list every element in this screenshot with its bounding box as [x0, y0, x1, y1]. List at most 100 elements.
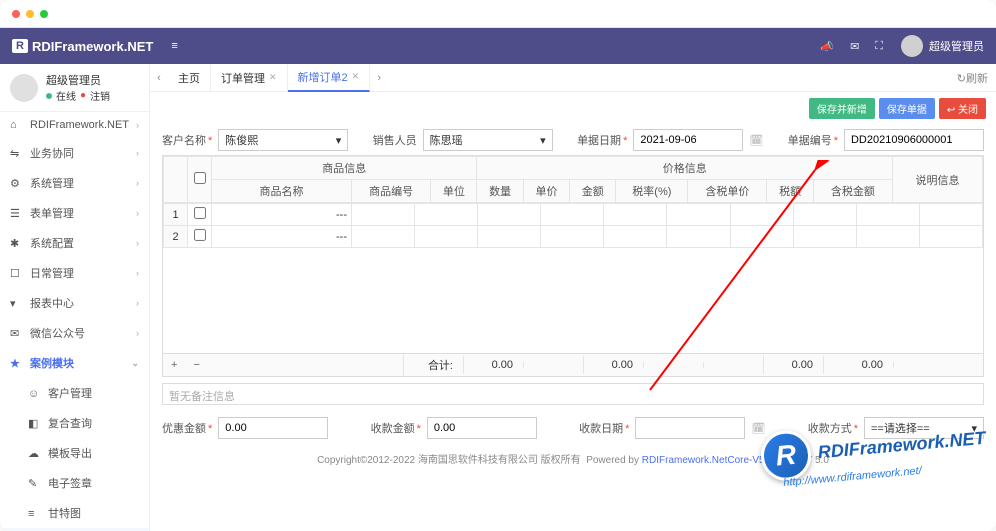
max-dot[interactable] [40, 10, 48, 18]
discount-input[interactable] [218, 417, 328, 439]
mail-icon[interactable]: ✉ [850, 40, 859, 53]
sidebar-subitem-3[interactable]: ✎ 电子签章 [0, 468, 149, 498]
tab-refresh[interactable]: ↻刷新 [949, 70, 996, 86]
row-check[interactable] [194, 207, 206, 219]
cell[interactable] [478, 204, 541, 226]
cell[interactable] [604, 226, 667, 248]
sidebar-item-7[interactable]: ✉微信公众号› [0, 318, 149, 348]
sidebar-subitem-1[interactable]: ◧复合查询 [0, 408, 149, 438]
sidebar-subitem-label: 甘特图 [48, 508, 81, 520]
customer-select[interactable]: 陈俊熙▾ [218, 129, 348, 151]
table-row[interactable]: 1--- [164, 204, 983, 226]
sidebar-item-label: 报表中心 [30, 298, 74, 310]
remove-row-button[interactable]: − [185, 356, 207, 374]
sidebar-item-label: RDIFramework.NET [30, 119, 129, 131]
cell[interactable] [541, 226, 604, 248]
grid-header: 商品信息 价格信息 说明信息 商品名称商品编号单位数量单价金额税率(%)含税单价… [164, 157, 983, 203]
received-input[interactable] [427, 417, 537, 439]
received-label: 收款金额 [371, 420, 421, 436]
cell[interactable] [667, 226, 730, 248]
cell[interactable] [667, 204, 730, 226]
cell[interactable] [919, 226, 982, 248]
close-dot[interactable] [12, 10, 20, 18]
cell[interactable] [604, 204, 667, 226]
sidebar-subitem-4[interactable]: ≡ 甘特图 [0, 498, 149, 528]
sidebar-subitem-label: 模板导出 [48, 448, 92, 460]
calendar-icon[interactable]: 🗓 [751, 422, 765, 435]
sidebar-subitem-label: 电子签章 [48, 478, 92, 490]
menu-toggle-icon[interactable]: ≡ [171, 40, 177, 52]
cell[interactable] [478, 226, 541, 248]
tab-orders-label: 订单管理 [221, 70, 265, 86]
recv-date-input[interactable] [635, 417, 745, 439]
footer-link[interactable]: RDIFramework.NetCore-V5.1 [642, 455, 773, 466]
sidebar-subitem-icon: ☺ [28, 388, 42, 400]
tab-close-icon[interactable]: ✕ [269, 72, 277, 83]
cell[interactable] [730, 204, 793, 226]
date-input[interactable] [633, 129, 743, 151]
save-button[interactable]: 保存单据 [879, 98, 935, 119]
col-9: 含税金额 [813, 180, 892, 203]
sidebar-item-6[interactable]: ▾报表中心› [0, 288, 149, 318]
sidebar-item-8[interactable]: ★案例模块⌄ [0, 348, 149, 378]
cell[interactable] [415, 226, 478, 248]
check-all[interactable] [194, 172, 206, 184]
footer-copy: Copyright©2012-2022 海南国思软件科技有限公司 版权所有 [317, 455, 581, 466]
sidebar-item-2[interactable]: ⚙系统管理› [0, 168, 149, 198]
avatar[interactable] [901, 35, 923, 57]
cell[interactable] [415, 204, 478, 226]
min-dot[interactable] [26, 10, 34, 18]
cell[interactable] [856, 226, 919, 248]
tab-close-icon[interactable]: ✕ [352, 71, 360, 82]
sidebar-item-4[interactable]: ✱系统配置› [0, 228, 149, 258]
chevron-down-icon: ▾ [971, 422, 977, 435]
code-input[interactable] [844, 129, 984, 151]
chevron-icon: ⌄ [131, 358, 139, 369]
sidebar-item-3[interactable]: ☰表单管理› [0, 198, 149, 228]
cell[interactable] [730, 226, 793, 248]
sidebar-item-0[interactable]: ⌂RDIFramework.NET› [0, 112, 149, 138]
cell[interactable] [856, 204, 919, 226]
sales-select[interactable]: 陈思瑶▾ [423, 129, 553, 151]
cell[interactable] [352, 226, 415, 248]
tab-home[interactable]: 主页 [168, 64, 211, 92]
close-button[interactable]: ↩ 关闭 [939, 98, 986, 119]
cell[interactable] [919, 204, 982, 226]
recv-mode-select[interactable]: ==请选择==▾ [864, 417, 984, 439]
sidebar-item-icon: ★ [10, 357, 24, 370]
add-row-button[interactable]: + [163, 356, 185, 374]
tab-prev[interactable]: ‹ [150, 72, 168, 84]
announce-icon[interactable]: 📣 [820, 40, 834, 53]
tab-orders[interactable]: 订单管理 ✕ [211, 64, 288, 92]
save-new-button[interactable]: 保存并新增 [809, 98, 875, 119]
cell[interactable] [793, 226, 856, 248]
status-online: 在线 [56, 88, 76, 103]
sidebar-subitem-0[interactable]: ☺客户管理 [0, 378, 149, 408]
sidebar-subitem-icon: ≡ [28, 508, 42, 520]
user-card: 超级管理员 在线 ● 注销 [0, 64, 149, 112]
col-8: 税额 [767, 180, 813, 203]
cell-name[interactable]: --- [212, 204, 352, 226]
cell[interactable] [541, 204, 604, 226]
table-row[interactable]: 2--- [164, 226, 983, 248]
status-logout[interactable]: 注销 [90, 88, 110, 103]
tab-next[interactable]: › [370, 72, 388, 84]
tab-new-order[interactable]: 新增订单2✕ [288, 64, 371, 92]
sidebar-item-icon: ☰ [10, 207, 24, 220]
sidebar-subitem-2[interactable]: ☁模板导出 [0, 438, 149, 468]
remarks-input[interactable]: 暂无备注信息 [162, 383, 984, 405]
chevron-icon: › [136, 328, 139, 338]
sidebar-item-1[interactable]: ⇋业务协同› [0, 138, 149, 168]
fullscreen-icon[interactable]: ⛶ [875, 40, 883, 53]
sidebar-subitem-label: 复合查询 [48, 418, 92, 430]
sidebar-subitem-icon: ✎ [28, 477, 42, 490]
cell[interactable] [352, 204, 415, 226]
user-avatar[interactable] [10, 74, 38, 102]
sidebar-item-5[interactable]: ☐日常管理› [0, 258, 149, 288]
username[interactable]: 超级管理员 [929, 38, 984, 54]
row-check[interactable] [194, 229, 206, 241]
cell-name[interactable]: --- [212, 226, 352, 248]
header-form: 客户名称 陈俊熙▾ 销售人员 陈思瑶▾ 单据日期 🗓 单据编号 [150, 125, 996, 155]
calendar-icon[interactable]: 🗓 [749, 134, 763, 147]
cell[interactable] [793, 204, 856, 226]
